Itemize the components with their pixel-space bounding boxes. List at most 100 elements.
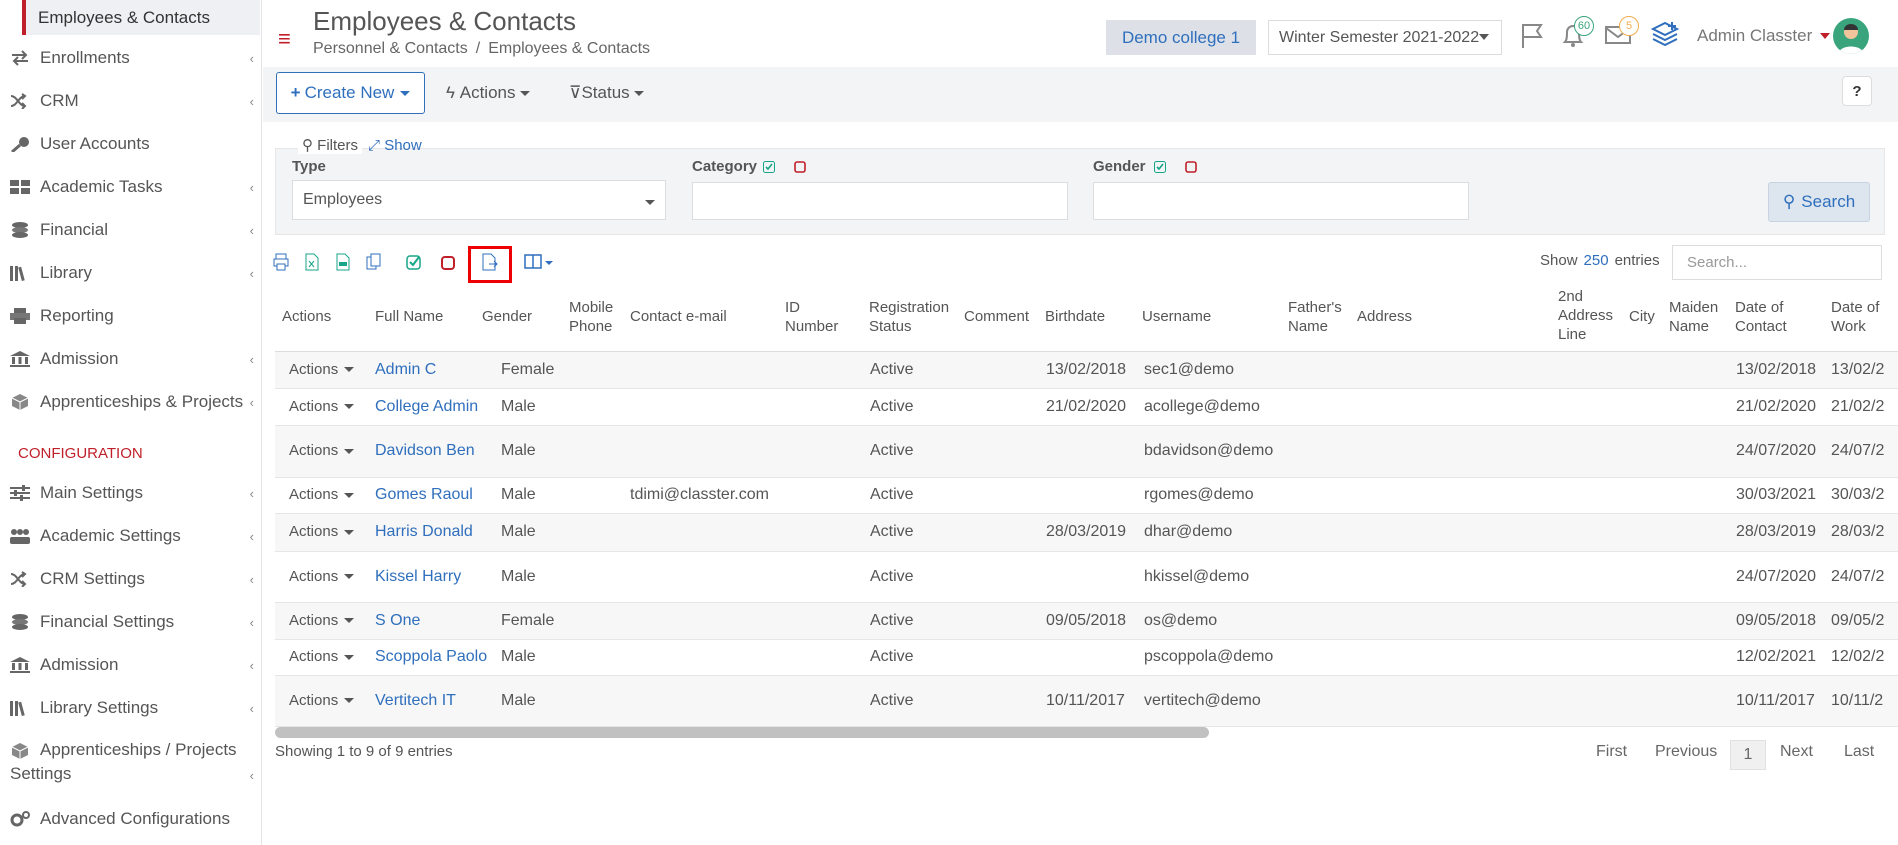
layers-add-icon[interactable] — [1650, 20, 1680, 50]
column-header-username[interactable]: Username — [1142, 307, 1211, 326]
csv-icon[interactable] — [335, 253, 351, 271]
pager-next[interactable]: Next — [1780, 743, 1813, 761]
row-full-name-link[interactable]: Harris Donald — [375, 523, 473, 541]
chevron-left-icon: ‹ — [249, 394, 254, 410]
search-button[interactable]: ⚲ Search — [1768, 182, 1870, 222]
horizontal-scrollbar[interactable] — [275, 727, 1209, 738]
sidebar-item-financial-settings[interactable]: Financial Settings ‹ — [0, 609, 262, 635]
gender-select[interactable] — [1093, 182, 1469, 220]
sidebar-item-crm[interactable]: CRM ‹ — [0, 88, 262, 114]
entries-count-select[interactable]: 250 — [1584, 252, 1609, 269]
sidebar-item-apprenticeships-settings[interactable]: Apprenticeships / Projects Settings ‹ — [0, 740, 262, 786]
column-header-id-number[interactable]: ID Number — [785, 298, 838, 336]
row-actions-dropdown[interactable]: Actions — [289, 612, 354, 629]
column-header-full-name[interactable]: Full Name — [375, 307, 443, 326]
column-header-mobile-phone[interactable]: Mobile Phone — [569, 298, 613, 336]
sidebar-item-advanced-configurations[interactable]: Advanced Configurations — [0, 806, 262, 832]
avatar[interactable] — [1833, 18, 1869, 54]
row-birthdate: 13/02/2018 — [1046, 360, 1127, 378]
flag-icon[interactable] — [1518, 20, 1548, 50]
college-button[interactable]: Demo college 1 — [1106, 20, 1256, 55]
print-icon[interactable] — [273, 253, 289, 271]
sidebar-item-apprenticeships[interactable]: Apprenticeships & Projects ‹ — [0, 389, 262, 415]
column-header-comment[interactable]: Comment — [964, 307, 1029, 326]
breadcrumb-item[interactable]: Personnel & Contacts — [313, 40, 468, 58]
column-header-2nd-address-line[interactable]: 2nd Address Line — [1558, 287, 1613, 344]
select-all-check-icon[interactable] — [1154, 161, 1166, 173]
column-header-gender[interactable]: Gender — [482, 307, 532, 326]
filters-show-toggle[interactable]: ⤢ Show — [368, 137, 422, 154]
row-full-name-link[interactable]: S One — [375, 612, 420, 630]
category-select[interactable] — [692, 182, 1068, 220]
column-header-maiden-name[interactable]: Maiden Name — [1669, 298, 1718, 336]
sidebar-item-reporting[interactable]: Reporting — [0, 303, 262, 329]
sidebar-item-crm-settings[interactable]: CRM Settings ‹ — [0, 566, 262, 592]
row-full-name-link[interactable]: Admin C — [375, 361, 436, 379]
sidebar-item-admission[interactable]: Admission ‹ — [0, 346, 262, 372]
row-full-name-link[interactable]: Gomes Raoul — [375, 486, 473, 504]
hamburger-menu-icon[interactable]: ≡ — [278, 26, 291, 52]
row-full-name-link[interactable]: Davidson Ben — [375, 442, 475, 460]
column-header-contact-email[interactable]: Contact e-mail — [630, 307, 727, 326]
row-actions-dropdown[interactable]: Actions — [289, 568, 354, 585]
sidebar-item-academic-settings[interactable]: Academic Settings ‹ — [0, 523, 262, 549]
column-header-birthdate[interactable]: Birthdate — [1045, 307, 1105, 326]
row-date-of-work: 12/02/2 — [1831, 648, 1885, 665]
row-full-name-link[interactable]: Scoppola Paolo — [375, 648, 487, 666]
type-select[interactable]: Employees — [292, 180, 666, 220]
select-all-check-icon[interactable] — [763, 161, 775, 173]
export-file-icon[interactable] — [482, 253, 498, 271]
status-dropdown[interactable]: ⊽Status — [569, 83, 645, 103]
envelope-icon[interactable]: 5 — [1603, 16, 1639, 50]
sidebar-item-user-accounts[interactable]: User Accounts — [0, 131, 262, 157]
sidebar-item-employees-contacts[interactable]: Employees & Contacts — [22, 0, 260, 35]
sidebar-item-enrollments[interactable]: Enrollments ‹ — [0, 45, 262, 71]
row-actions-dropdown[interactable]: Actions — [289, 361, 354, 378]
table-search-input[interactable]: Search... — [1672, 245, 1882, 280]
column-header-registration-status[interactable]: Registration Status — [869, 298, 949, 336]
column-header-date-of-work[interactable]: Date of Work — [1831, 298, 1879, 336]
pager-previous[interactable]: Previous — [1655, 743, 1717, 761]
column-visibility-button[interactable] — [524, 253, 554, 275]
deselect-all-icon[interactable] — [440, 253, 456, 271]
row-actions-dropdown[interactable]: Actions — [289, 486, 354, 503]
sidebar-item-label: Apprenticeships & Projects — [40, 392, 244, 411]
pager-first[interactable]: First — [1596, 743, 1627, 761]
row-full-name-link[interactable]: Vertitech IT — [375, 692, 456, 710]
row-registration-status: Active — [870, 691, 914, 709]
sidebar-item-main-settings[interactable]: Main Settings ‹ — [0, 480, 262, 506]
deselect-all-icon[interactable] — [1185, 161, 1197, 173]
deselect-all-icon[interactable] — [794, 161, 806, 173]
select-all-check-icon[interactable] — [406, 253, 422, 271]
row-gender: Male — [501, 691, 536, 709]
column-header-city[interactable]: City — [1629, 307, 1655, 326]
row-actions-dropdown[interactable]: Actions — [289, 442, 354, 459]
excel-icon[interactable] — [304, 253, 320, 271]
row-actions-dropdown[interactable]: Actions — [289, 692, 354, 709]
user-name[interactable]: Admin Classter — [1697, 26, 1812, 46]
column-header-address[interactable]: Address — [1357, 307, 1412, 326]
caret-down-icon[interactable] — [1820, 33, 1830, 39]
pager-last[interactable]: Last — [1844, 743, 1874, 761]
column-header-fathers-name[interactable]: Father's Name — [1288, 298, 1342, 336]
row-full-name-link[interactable]: College Admin — [375, 398, 478, 416]
sidebar-item-library-settings[interactable]: Library Settings ‹ — [0, 695, 262, 721]
row-actions-dropdown[interactable]: Actions — [289, 398, 354, 415]
header-line: Mobile — [569, 299, 614, 316]
sidebar-item-financial[interactable]: Financial ‹ — [0, 217, 262, 243]
actions-dropdown[interactable]: ϟ Actions — [446, 83, 531, 103]
sidebar-item-library[interactable]: Library ‹ — [0, 260, 262, 286]
column-header-date-of-contact[interactable]: Date of Contact — [1735, 298, 1787, 336]
create-new-button[interactable]: + Create New — [276, 72, 425, 114]
row-full-name-link[interactable]: Kissel Harry — [375, 568, 461, 586]
semester-select[interactable]: Winter Semester 2021-2022 — [1268, 20, 1502, 55]
pager-current-page[interactable]: 1 — [1730, 740, 1766, 770]
help-button[interactable]: ? — [1842, 76, 1872, 106]
header-line: ID — [785, 299, 800, 316]
row-actions-dropdown[interactable]: Actions — [289, 523, 354, 540]
bell-icon[interactable]: 60 — [1558, 16, 1594, 50]
row-actions-dropdown[interactable]: Actions — [289, 648, 354, 665]
sidebar-item-admission-settings[interactable]: Admission ‹ — [0, 652, 262, 678]
copy-icon[interactable] — [366, 253, 382, 271]
sidebar-item-academic-tasks[interactable]: Academic Tasks ‹ — [0, 174, 262, 200]
